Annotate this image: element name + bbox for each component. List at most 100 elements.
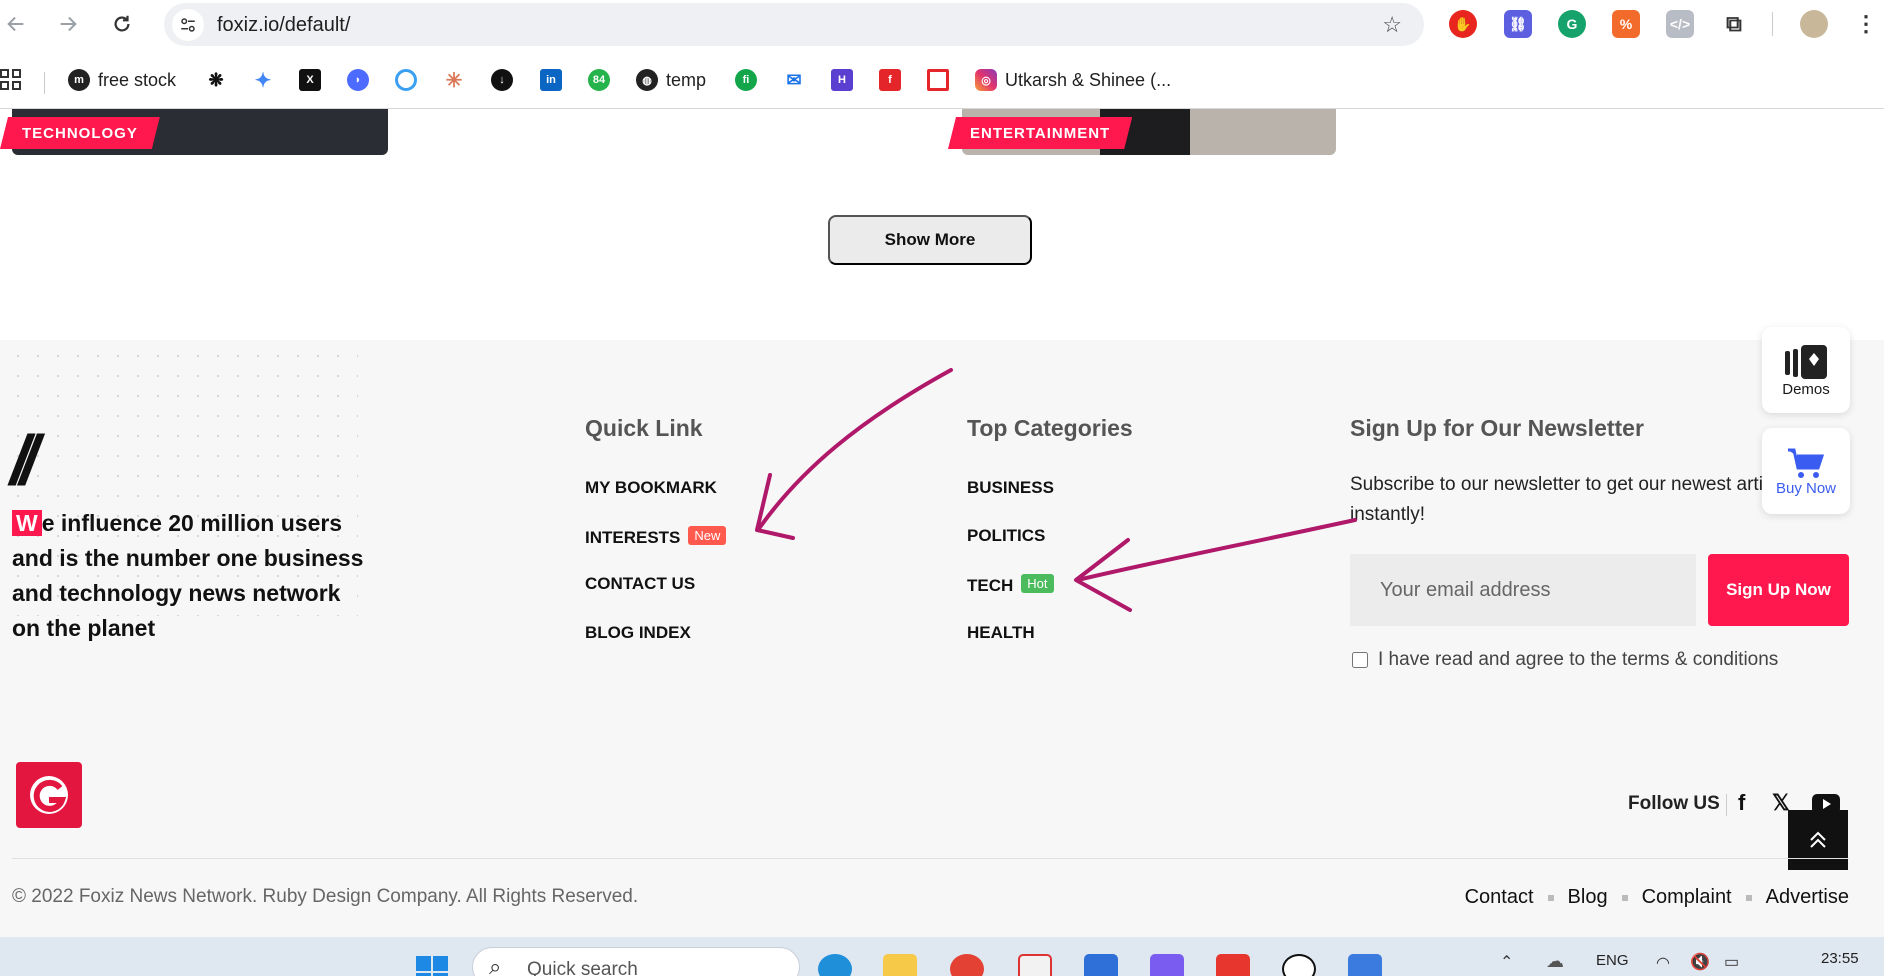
bookmark-free-stock[interactable]: m free stock bbox=[68, 68, 176, 92]
link-tech[interactable]: TECH Hot bbox=[967, 574, 1054, 596]
extensions-puzzle-icon[interactable]: ⧉ bbox=[1720, 10, 1748, 38]
search-placeholder: Quick search bbox=[527, 959, 638, 976]
wifi-icon[interactable]: ◠ bbox=[1656, 953, 1670, 973]
new-badge: New bbox=[688, 526, 727, 545]
bookmark-deepseek[interactable]: ◗ bbox=[347, 68, 369, 92]
language-indicator[interactable]: ENG bbox=[1596, 952, 1629, 969]
copyright-text: © 2022 Foxiz News Network. Ruby Design C… bbox=[12, 886, 639, 907]
bookmark-instagram[interactable]: ◎ Utkarsh & Shinee (... bbox=[975, 68, 1171, 92]
terms-agreement[interactable]: I have read and agree to the terms & con… bbox=[1352, 649, 1778, 671]
bookmark-x[interactable]: X bbox=[299, 68, 321, 92]
brand-logo[interactable] bbox=[16, 762, 82, 828]
arrowhead-interests bbox=[755, 473, 795, 540]
footer-logo[interactable]: // bbox=[10, 420, 39, 500]
bottom-link-advertise[interactable]: Advertise bbox=[1766, 886, 1849, 909]
forward-icon[interactable] bbox=[54, 10, 82, 38]
back-to-top-button[interactable] bbox=[1788, 810, 1848, 870]
clock[interactable]: 23:55 bbox=[1821, 950, 1859, 967]
photos-icon[interactable] bbox=[1348, 954, 1382, 976]
demos-button[interactable]: Demos bbox=[1762, 327, 1850, 413]
reload-icon[interactable] bbox=[108, 10, 136, 38]
bottom-link-blog[interactable]: Blog bbox=[1568, 886, 1608, 909]
newsletter-title: Sign Up for Our Newsletter bbox=[1350, 415, 1644, 441]
adblock-extension-icon[interactable]: ✋ bbox=[1449, 10, 1477, 38]
download-icon: ↓ bbox=[491, 69, 513, 91]
bookmark-chatgpt[interactable]: ❋ bbox=[205, 68, 227, 92]
category-badge[interactable]: ENTERTAINMENT bbox=[948, 117, 1132, 149]
tray-chevron-icon[interactable]: ⌃ bbox=[1500, 952, 1513, 972]
back-icon[interactable] bbox=[2, 10, 30, 38]
link-separator bbox=[1621, 894, 1628, 901]
foxiz-logo-icon bbox=[30, 776, 68, 814]
url-text[interactable]: foxiz.io/default/ bbox=[217, 14, 350, 37]
bookmark-square[interactable] bbox=[927, 68, 949, 92]
snipping-tool-icon[interactable] bbox=[1018, 954, 1052, 976]
anydesk-icon[interactable] bbox=[1216, 954, 1250, 976]
notepad-icon[interactable] bbox=[1084, 954, 1118, 976]
terms-checkbox[interactable] bbox=[1352, 652, 1368, 668]
edge-icon[interactable] bbox=[818, 954, 852, 976]
bookmark-copilot[interactable] bbox=[395, 68, 417, 92]
show-more-button[interactable]: Show More bbox=[828, 215, 1032, 265]
bookmark-download[interactable]: ↓ bbox=[491, 68, 513, 92]
category-badge[interactable]: TECHNOLOGY bbox=[0, 117, 160, 149]
taskbar-search[interactable]: ⌕ Quick search bbox=[472, 947, 800, 976]
app-icon[interactable] bbox=[1150, 954, 1184, 976]
description-line: instantly! bbox=[1350, 504, 1425, 525]
bottom-links: Contact Blog Complaint Advertise bbox=[1465, 886, 1849, 909]
link-blog-index[interactable]: BLOG INDEX bbox=[585, 623, 691, 643]
square-icon bbox=[927, 69, 949, 91]
f-icon: f bbox=[879, 69, 901, 91]
bookmark-temp[interactable]: ◍ temp bbox=[636, 68, 706, 92]
bottom-link-contact[interactable]: Contact bbox=[1465, 886, 1534, 909]
email-input[interactable] bbox=[1350, 554, 1696, 626]
bookmark-linkedin[interactable]: in bbox=[540, 68, 562, 92]
bookmark-claude[interactable]: ✳ bbox=[443, 68, 465, 92]
site-settings-icon[interactable] bbox=[172, 9, 204, 41]
link-extension-icon[interactable]: ⛓ bbox=[1504, 10, 1532, 38]
sign-up-button[interactable]: Sign Up Now bbox=[1708, 554, 1849, 626]
folder-icon[interactable] bbox=[883, 954, 917, 976]
m-icon: m bbox=[68, 69, 90, 91]
newsletter-description: Subscribe to our newsletter to get our n… bbox=[1350, 470, 1777, 530]
bookmark-f[interactable]: f bbox=[879, 68, 901, 92]
buy-now-button[interactable]: Buy Now bbox=[1762, 428, 1850, 514]
link-contact-us[interactable]: CONTACT US bbox=[585, 574, 695, 594]
apps-grid-icon[interactable] bbox=[0, 68, 22, 92]
extension-icon[interactable]: % bbox=[1612, 10, 1640, 38]
profile-avatar[interactable] bbox=[1800, 10, 1828, 38]
hot-badge: Hot bbox=[1021, 574, 1054, 593]
menu-icon[interactable]: ⋮ bbox=[1852, 10, 1880, 38]
link-my-bookmark[interactable]: MY BOOKMARK bbox=[585, 478, 717, 498]
bottom-link-complaint[interactable]: Complaint bbox=[1642, 886, 1732, 909]
grammarly-extension-icon[interactable]: G bbox=[1558, 10, 1586, 38]
bookmark-mail[interactable]: ✉ bbox=[783, 68, 805, 92]
cloud-icon[interactable]: ☁ bbox=[1546, 951, 1564, 972]
bookmark-h[interactable]: H bbox=[831, 68, 853, 92]
windows-start-icon[interactable] bbox=[414, 954, 448, 976]
bookmark-fi[interactable]: fi bbox=[735, 68, 757, 92]
openai-icon: ❋ bbox=[205, 69, 227, 91]
web-page: TECHNOLOGY ENTERTAINMENT Show More // We… bbox=[0, 109, 1884, 937]
bookmark-gemini[interactable]: ✦ bbox=[252, 68, 274, 92]
volume-muted-icon[interactable]: 🔇 bbox=[1690, 952, 1710, 972]
x-icon: X bbox=[299, 69, 321, 91]
facebook-icon[interactable]: f bbox=[1738, 790, 1745, 816]
link-interests[interactable]: INTERESTS New bbox=[585, 526, 727, 548]
code-extension-icon[interactable]: </> bbox=[1666, 10, 1694, 38]
chrome-icon[interactable] bbox=[950, 954, 984, 976]
address-bar[interactable]: foxiz.io/default/ ☆ bbox=[164, 3, 1424, 46]
bookmarks-divider bbox=[44, 72, 45, 94]
arrow-to-tech bbox=[1076, 518, 1357, 582]
follow-separator bbox=[1726, 794, 1727, 816]
battery-icon[interactable]: ▭ bbox=[1724, 952, 1739, 972]
follow-label: Follow US bbox=[1628, 793, 1720, 814]
whale-icon: ◗ bbox=[347, 69, 369, 91]
star-icon[interactable]: ☆ bbox=[1382, 12, 1402, 38]
chatgpt-icon[interactable] bbox=[1282, 954, 1316, 976]
link-health[interactable]: HEALTH bbox=[967, 623, 1035, 643]
link-business[interactable]: BUSINESS bbox=[967, 478, 1054, 498]
link-politics[interactable]: POLITICS bbox=[967, 526, 1045, 546]
bookmark-84[interactable]: 84 bbox=[588, 68, 610, 92]
ring-icon bbox=[395, 69, 417, 91]
